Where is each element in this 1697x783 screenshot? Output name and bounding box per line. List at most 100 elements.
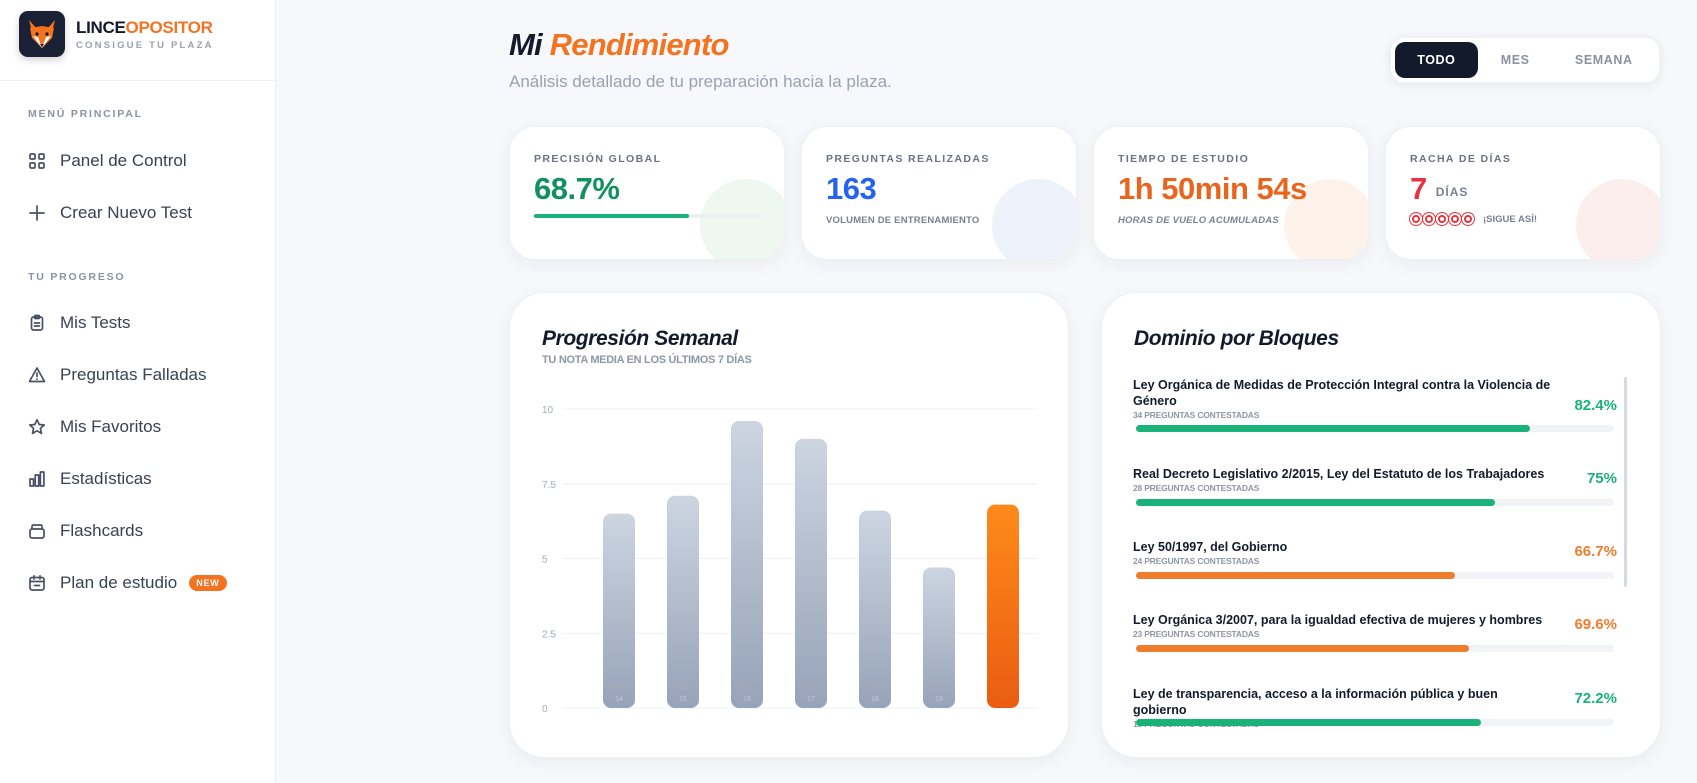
x-tick-label: HOY bbox=[992, 689, 1014, 700]
warning-icon bbox=[28, 367, 46, 383]
decorative-blob bbox=[992, 179, 1076, 259]
stat-card-streak: RACHA DE DÍAS 7 DÍAS ¡SIGUE ASÍ! bbox=[1385, 126, 1661, 260]
page-title: Mi Rendimiento bbox=[509, 27, 729, 62]
bar-chart-icon bbox=[29, 471, 45, 487]
period-filter: TODO MES SEMANA bbox=[1390, 37, 1660, 83]
streak-dot-icon bbox=[1423, 213, 1435, 225]
blocks-scrollbar[interactable] bbox=[1624, 377, 1627, 587]
nav-label: Estadísticas bbox=[60, 469, 152, 488]
section-label-main: MENÚ PRINCIPAL bbox=[28, 108, 143, 120]
streak-dot-icon bbox=[1436, 213, 1448, 225]
brand[interactable]: LINCEOPOSITOR CONSIGUE TU PLAZA bbox=[19, 11, 214, 57]
y-tick-label: 5 bbox=[542, 555, 548, 566]
bar bbox=[731, 420, 763, 708]
nav-label: Mis Tests bbox=[60, 313, 131, 332]
stat-label: PRECISIÓN GLOBAL bbox=[534, 153, 662, 165]
x-tick-day: 15 bbox=[679, 696, 687, 703]
stat-label: RACHA DE DÍAS bbox=[1410, 153, 1512, 165]
block-progress-bar bbox=[1136, 719, 1614, 726]
bar bbox=[859, 510, 891, 708]
filter-todo-button[interactable]: TODO bbox=[1395, 42, 1478, 78]
block-progress-fill bbox=[1136, 719, 1482, 726]
new-badge: NEW bbox=[189, 575, 227, 591]
study-time-sub: HORAS DE VUELO ACUMULADAS bbox=[1118, 215, 1279, 226]
x-tick-label: VIE. bbox=[802, 681, 819, 691]
weekly-bar-chart: 0 2.5 5 7.5 10 MAR. 14 MIÉ. 15 JUE. 16 VIE. 17 SÁB. 18… bbox=[542, 405, 1038, 715]
block-progress-fill bbox=[1136, 645, 1469, 652]
x-tick-day: 17 bbox=[807, 696, 815, 703]
bar bbox=[795, 438, 827, 708]
x-tick-day: 18 bbox=[871, 696, 879, 703]
y-tick-label: 7.5 bbox=[542, 480, 556, 491]
streak-value: 7 DÍAS bbox=[1410, 171, 1469, 206]
nav-preguntas-falladas[interactable]: Preguntas Falladas bbox=[28, 362, 206, 388]
weekly-progress-card: Progresión Semanal TU NOTA MEDIA EN LOS … bbox=[509, 292, 1069, 758]
questions-value: 163 bbox=[826, 171, 877, 206]
nav-mis-favoritos[interactable]: Mis Favoritos bbox=[28, 414, 161, 440]
block-item[interactable]: Ley de transparencia, acceso a la inform… bbox=[1133, 686, 1617, 746]
streak-dot-icon bbox=[1462, 213, 1474, 225]
block-percentage: 75% bbox=[1586, 470, 1617, 487]
x-tick-label: JUE. bbox=[737, 681, 757, 691]
filter-semana-button[interactable]: SEMANA bbox=[1553, 42, 1655, 78]
nav-plan-de-estudio[interactable]: Plan de estudio NEW bbox=[28, 570, 227, 596]
y-tick-label: 0 bbox=[542, 704, 548, 715]
nav-label: Crear Nuevo Test bbox=[60, 203, 192, 222]
y-tick-label: 2.5 bbox=[542, 629, 556, 640]
study-time-value: 1h 50min 54s bbox=[1118, 171, 1307, 206]
nav-estadisticas[interactable]: Estadísticas bbox=[28, 466, 152, 492]
block-item[interactable]: Ley Orgánica 3/2007, para la igualdad ef… bbox=[1133, 612, 1617, 672]
block-percentage: 66.7% bbox=[1574, 543, 1617, 560]
streak-dot-icon bbox=[1410, 213, 1422, 225]
nav-panel-de-control[interactable]: Panel de Control bbox=[28, 148, 187, 174]
x-tick-label: DOM. bbox=[927, 681, 951, 691]
bar-today bbox=[987, 504, 1019, 708]
nav-label: Panel de Control bbox=[60, 151, 187, 170]
block-progress-bar bbox=[1136, 499, 1614, 506]
block-name: Ley 50/1997, del Gobierno bbox=[1133, 540, 1288, 554]
stat-card-questions: PREGUNTAS REALIZADAS 163 VOLUMEN DE ENTR… bbox=[801, 126, 1077, 260]
brand-tagline: CONSIGUE TU PLAZA bbox=[76, 39, 214, 51]
sidebar: LINCEOPOSITOR CONSIGUE TU PLAZA MENÚ PRI… bbox=[0, 0, 276, 783]
precision-value: 68.7% bbox=[534, 171, 620, 206]
nav-label: Plan de estudio bbox=[60, 573, 178, 592]
x-tick-label: SÁB. bbox=[864, 681, 886, 691]
grid-icon bbox=[29, 153, 45, 169]
block-item[interactable]: Real Decreto Legislativo 2/2015, Ley del… bbox=[1133, 466, 1617, 526]
bar bbox=[667, 495, 699, 708]
bar bbox=[603, 513, 635, 708]
block-count: 28 PREGUNTAS CONTESTADAS bbox=[1133, 483, 1260, 493]
streak-dot-icon bbox=[1449, 213, 1461, 225]
x-tick-day: 19 bbox=[935, 696, 943, 703]
precision-progress-fill bbox=[534, 214, 690, 218]
stat-card-precision: PRECISIÓN GLOBAL 68.7% bbox=[509, 126, 785, 260]
block-count: 23 PREGUNTAS CONTESTADAS bbox=[1133, 629, 1260, 639]
plus-icon bbox=[29, 205, 45, 221]
block-progress-fill bbox=[1136, 572, 1455, 579]
x-tick-day: 16 bbox=[743, 696, 751, 703]
block-item[interactable]: Ley Orgánica de Medidas de Protección In… bbox=[1133, 377, 1617, 437]
block-percentage: 72.2% bbox=[1574, 690, 1617, 707]
nav-label: Flashcards bbox=[60, 521, 144, 540]
streak-sub: ¡SIGUE ASÍ! bbox=[1483, 213, 1538, 225]
star-icon bbox=[28, 418, 46, 435]
decorative-blob bbox=[700, 179, 784, 259]
block-progress-bar bbox=[1136, 425, 1614, 432]
calendar-icon bbox=[29, 574, 45, 591]
block-progress-bar bbox=[1136, 645, 1614, 652]
nav-crear-nuevo-test[interactable]: Crear Nuevo Test bbox=[28, 200, 192, 226]
brand-name: LINCEOPOSITOR bbox=[76, 17, 213, 37]
block-progress-fill bbox=[1136, 499, 1495, 506]
blocks-title: Dominio por Bloques bbox=[1134, 327, 1339, 350]
filter-mes-button[interactable]: MES bbox=[1478, 42, 1553, 78]
x-tick-label: MAR. bbox=[608, 681, 631, 691]
divider bbox=[0, 80, 276, 81]
nav-label: Mis Favoritos bbox=[60, 417, 162, 436]
block-item[interactable]: Ley 50/1997, del Gobierno 24 PREGUNTAS CO… bbox=[1133, 539, 1617, 599]
section-label-progress: TU PROGRESO bbox=[28, 271, 126, 283]
nav-flashcards[interactable]: Flashcards bbox=[28, 518, 143, 544]
nav-mis-tests[interactable]: Mis Tests bbox=[28, 310, 131, 336]
block-percentage: 69.6% bbox=[1574, 616, 1617, 633]
page-subtitle: Análisis detallado de tu preparación hac… bbox=[509, 72, 892, 91]
precision-progress-bar bbox=[534, 214, 760, 218]
